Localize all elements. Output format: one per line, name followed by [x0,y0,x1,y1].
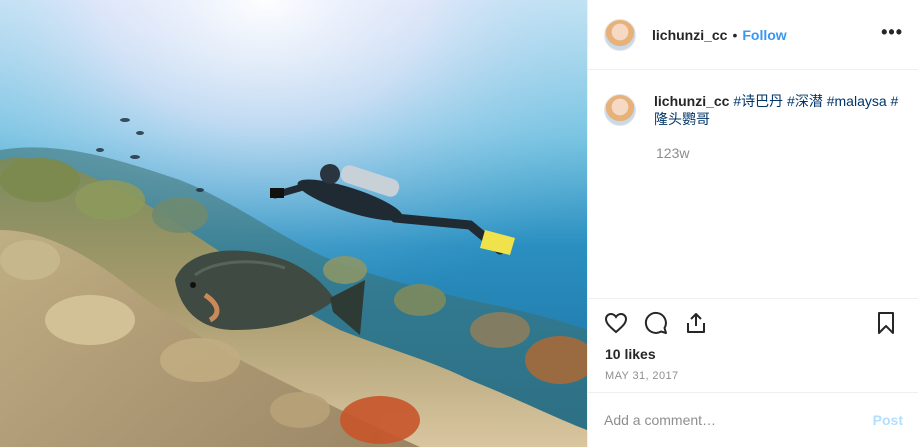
caption-avatar[interactable] [604,94,636,126]
caption-username[interactable]: lichunzi_cc [654,93,729,109]
hashtag-link[interactable]: #malaysa [827,93,887,109]
caption-age[interactable]: 123w [656,145,689,161]
share-icon[interactable] [684,311,708,335]
post-comment-button[interactable]: Post [873,412,903,428]
hashtag-link[interactable]: #深潜 [787,93,823,109]
hashtag-link[interactable]: #诗巴丹 [733,93,783,109]
author-avatar[interactable] [604,18,636,51]
header-separator: • [732,26,738,43]
like-heart-icon[interactable] [604,311,628,335]
post-photo[interactable] [0,0,587,447]
underwater-scene-illustration [0,0,587,447]
comment-bubble-icon[interactable] [644,311,668,335]
action-bar [588,298,918,348]
instagram-post: lichunzi_cc • Follow ••• lichunzi_cc #诗巴… [0,0,918,447]
comment-input[interactable] [604,412,873,428]
post-header: lichunzi_cc • Follow ••• [588,0,918,70]
more-options-icon[interactable]: ••• [881,23,903,41]
comment-form: Post [588,392,918,447]
bookmark-icon[interactable] [874,311,898,335]
caption-text: lichunzi_cc #诗巴丹 #深潜 #malaysa #隆头鹦哥 [654,92,904,128]
follow-button[interactable]: Follow [742,27,786,43]
caption: lichunzi_cc #诗巴丹 #深潜 #malaysa #隆头鹦哥 [604,92,904,128]
author-username[interactable]: lichunzi_cc [652,27,727,43]
like-count[interactable]: 10 likes [605,346,656,362]
post-date[interactable]: MAY 31, 2017 [605,370,679,382]
post-sidebar: lichunzi_cc • Follow ••• lichunzi_cc #诗巴… [587,0,918,447]
